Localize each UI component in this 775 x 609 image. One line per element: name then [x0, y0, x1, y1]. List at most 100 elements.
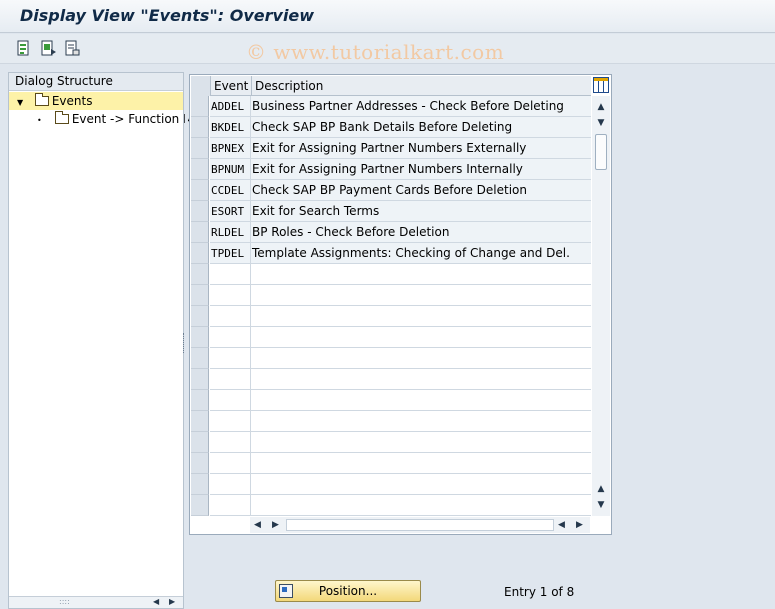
table-row[interactable] — [191, 495, 591, 516]
folder-icon — [54, 111, 69, 124]
position-button[interactable]: Position... — [275, 580, 421, 602]
description-cell[interactable]: Business Partner Addresses - Check Befor… — [251, 96, 591, 117]
table-row[interactable] — [191, 453, 591, 474]
scroll-grip-icon: :::: — [59, 597, 70, 606]
table-row[interactable] — [191, 264, 591, 285]
event-cell[interactable]: ADDEL — [210, 96, 251, 117]
table-row[interactable] — [191, 474, 591, 495]
details-icon[interactable] — [16, 40, 33, 57]
scroll-right-icon[interactable]: ▶ — [169, 597, 175, 606]
column-header-description[interactable]: Description — [251, 76, 591, 96]
scroll-right-icon[interactable]: ▶ — [272, 518, 279, 532]
scroll-thumb[interactable] — [595, 134, 607, 170]
description-cell — [251, 348, 591, 369]
row-selector[interactable] — [191, 180, 209, 201]
event-cell[interactable]: BPNUM — [210, 159, 251, 180]
row-selector[interactable] — [191, 117, 209, 138]
event-cell[interactable]: CCDEL — [210, 180, 251, 201]
event-cell[interactable]: ESORT — [210, 201, 251, 222]
row-selector[interactable] — [191, 138, 209, 159]
description-cell[interactable]: BP Roles - Check Before Deletion — [251, 222, 591, 243]
description-cell — [251, 327, 591, 348]
row-selector[interactable] — [191, 306, 209, 327]
description-cell — [251, 285, 591, 306]
row-selector[interactable] — [191, 285, 209, 306]
description-cell — [251, 474, 591, 495]
next-entry-icon[interactable] — [40, 40, 57, 57]
scroll-right-icon[interactable]: ▶ — [576, 518, 583, 532]
event-cell[interactable]: BPNEX — [210, 138, 251, 159]
tree-horizontal-scrollbar[interactable]: :::: ◀ ▶ — [9, 596, 183, 608]
description-cell[interactable]: Template Assignments: Checking of Change… — [251, 243, 591, 264]
table-row[interactable] — [191, 390, 591, 411]
row-selector[interactable] — [191, 495, 209, 516]
table-row[interactable] — [191, 432, 591, 453]
page-title: Display View "Events": Overview — [20, 6, 315, 25]
tree-item-events[interactable]: ▼ Events — [9, 92, 183, 110]
scroll-up-icon[interactable]: ▲ — [594, 100, 608, 114]
table-row[interactable] — [191, 327, 591, 348]
splitter-grip-icon[interactable] — [183, 333, 186, 353]
row-selector[interactable] — [191, 432, 209, 453]
row-selector[interactable] — [191, 369, 209, 390]
row-selector[interactable] — [191, 243, 209, 264]
scroll-left-icon[interactable]: ◀ — [153, 597, 159, 606]
print-icon[interactable] — [64, 40, 81, 57]
row-selector[interactable] — [191, 390, 209, 411]
row-selector[interactable] — [191, 453, 209, 474]
select-all-cell[interactable] — [191, 76, 210, 96]
table-row[interactable]: BPNEX Exit for Assigning Partner Numbers … — [191, 138, 591, 159]
page-down-icon[interactable]: ▼ — [594, 116, 608, 130]
description-cell[interactable]: Exit for Assigning Partner Numbers Exter… — [251, 138, 591, 159]
description-cell — [251, 390, 591, 411]
scroll-down-icon[interactable]: ▼ — [594, 498, 608, 512]
row-selector[interactable] — [191, 327, 209, 348]
row-selector[interactable] — [191, 222, 209, 243]
table-row[interactable]: TPDEL Template Assignments: Checking of C… — [191, 243, 591, 264]
event-cell[interactable]: TPDEL — [210, 243, 251, 264]
row-selector[interactable] — [191, 96, 209, 117]
table-row[interactable] — [191, 411, 591, 432]
scroll-left-icon[interactable]: ◀ — [558, 518, 565, 532]
table-row[interactable] — [191, 306, 591, 327]
row-selector[interactable] — [191, 411, 209, 432]
page-up-icon[interactable]: ▲ — [594, 482, 608, 496]
column-header-event[interactable]: Event — [210, 76, 251, 96]
description-cell[interactable]: Check SAP BP Bank Details Before Deletin… — [251, 117, 591, 138]
description-cell — [251, 306, 591, 327]
description-cell — [251, 411, 591, 432]
table-row[interactable] — [191, 348, 591, 369]
row-selector[interactable] — [191, 348, 209, 369]
table-row[interactable]: BPNUM Exit for Assigning Partner Numbers … — [191, 159, 591, 180]
table-row[interactable]: ADDEL Business Partner Addresses - Check … — [191, 96, 591, 117]
event-cell[interactable]: BKDEL — [210, 117, 251, 138]
table-row[interactable]: ESORT Exit for Search Terms — [191, 201, 591, 222]
description-cell[interactable]: Exit for Search Terms — [251, 201, 591, 222]
dialog-structure-header: Dialog Structure — [9, 73, 183, 91]
tree-item-event-function[interactable]: • Event -> Function M — [9, 110, 193, 128]
row-selector[interactable] — [191, 201, 209, 222]
description-cell[interactable]: Check SAP BP Payment Cards Before Deleti… — [251, 180, 591, 201]
tree-item-label: Events — [51, 94, 93, 108]
row-selector[interactable] — [191, 159, 209, 180]
table-vertical-scrollbar[interactable]: ▲ ▼ ▲ ▼ — [592, 96, 610, 516]
description-cell[interactable]: Exit for Assigning Partner Numbers Inter… — [251, 159, 591, 180]
table-row[interactable]: BKDEL Check SAP BP Bank Details Before De… — [191, 117, 591, 138]
title-bar: Display View "Events": Overview — [0, 0, 775, 33]
event-cell — [210, 369, 251, 390]
event-cell — [210, 453, 251, 474]
table-row[interactable] — [191, 285, 591, 306]
scroll-track[interactable] — [286, 519, 554, 531]
scroll-left-icon[interactable]: ◀ — [254, 518, 261, 532]
event-cell — [210, 474, 251, 495]
description-cell — [251, 264, 591, 285]
row-selector[interactable] — [191, 264, 209, 285]
row-selector[interactable] — [191, 474, 209, 495]
table-horizontal-scrollbar[interactable]: ◀ ▶ ◀ ▶ — [250, 517, 590, 533]
table-settings-icon[interactable] — [593, 77, 609, 93]
table-row[interactable]: RLDEL BP Roles - Check Before Deletion — [191, 222, 591, 243]
table-row[interactable]: CCDEL Check SAP BP Payment Cards Before D… — [191, 180, 591, 201]
table-row[interactable] — [191, 369, 591, 390]
event-cell[interactable]: RLDEL — [210, 222, 251, 243]
description-cell — [251, 453, 591, 474]
